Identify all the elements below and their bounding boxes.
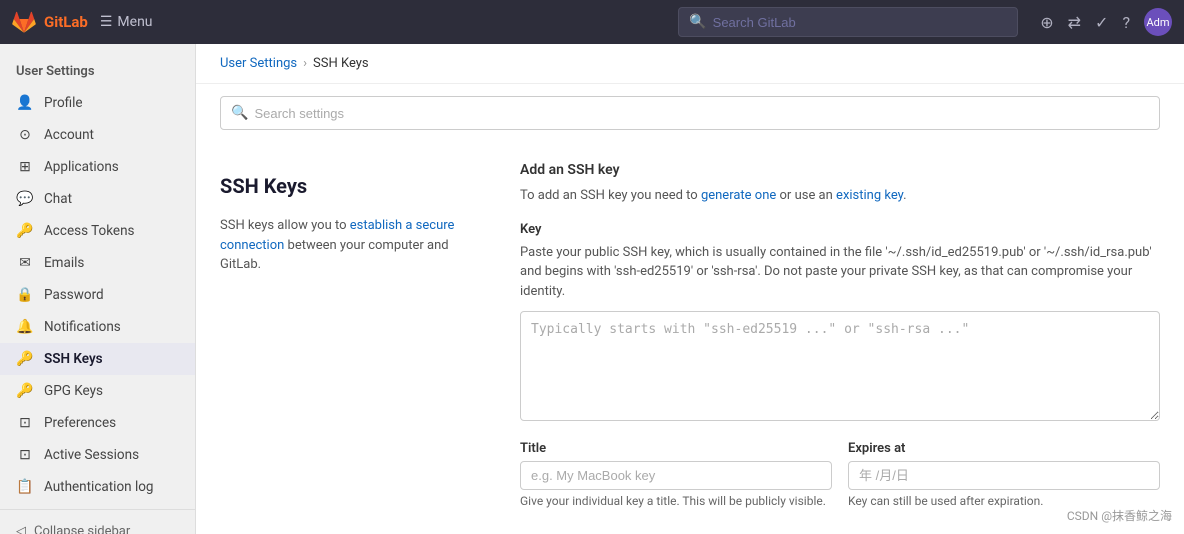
key-description-text: Paste your public SSH key, which is usua… [520, 243, 1160, 302]
sidebar: User Settings 👤 Profile ⊙ Account ⊞ Appl… [0, 44, 196, 534]
expires-field-group: Expires at Key can still be used after e… [848, 441, 1160, 508]
global-search[interactable]: 🔍 [678, 7, 1018, 37]
search-settings-icon: 🔍 [231, 105, 248, 121]
main-content: User Settings › SSH Keys 🔍 SSH Keys SSH … [196, 44, 1184, 534]
ssh-keys-icon: 🔑 [16, 351, 34, 367]
sidebar-header: User Settings [0, 52, 195, 87]
create-icon[interactable]: ⊕ [1040, 13, 1053, 32]
sidebar-item-authentication-log[interactable]: 📋 Authentication log [0, 471, 195, 503]
top-navigation: GitLab ☰ Menu 🔍 ⊕ ⇄ ✓ ? Adm [0, 0, 1184, 44]
auth-log-icon: 📋 [16, 479, 34, 495]
ssh-key-textarea[interactable] [520, 311, 1160, 421]
watermark: CSDN @抹香鲸之海 [1067, 507, 1172, 524]
sidebar-item-active-sessions[interactable]: ⊡ Active Sessions [0, 439, 195, 471]
breadcrumb-current: SSH Keys [313, 56, 369, 71]
breadcrumb: User Settings › SSH Keys [196, 44, 1184, 84]
expires-label: Expires at [848, 441, 1160, 456]
existing-key-link[interactable]: existing key [836, 188, 903, 203]
section-description: SSH keys allow you to establish a secure… [220, 216, 480, 275]
sidebar-item-emails[interactable]: ✉ Emails [0, 247, 195, 279]
section-title: SSH Keys [220, 162, 480, 204]
sidebar-item-password[interactable]: 🔒 Password [0, 279, 195, 311]
sidebar-item-chat[interactable]: 💬 Chat [0, 183, 195, 215]
title-hint: Give your individual key a title. This w… [520, 494, 832, 508]
collapse-sidebar-button[interactable]: ◁ Collapse sidebar [0, 516, 195, 534]
key-field-label: Key [520, 222, 1160, 237]
content-area: SSH Keys SSH keys allow you to establish… [196, 142, 1184, 528]
breadcrumb-separator: › [303, 56, 307, 71]
sidebar-item-preferences[interactable]: ⊡ Preferences [0, 407, 195, 439]
merge-request-icon[interactable]: ⇄ [1068, 13, 1081, 32]
form-row: Title Give your individual key a title. … [520, 441, 1160, 508]
notifications-icon: 🔔 [16, 319, 34, 335]
sidebar-item-access-tokens[interactable]: 🔑 Access Tokens [0, 215, 195, 247]
nav-icons: ⊕ ⇄ ✓ ? Adm [1040, 8, 1172, 36]
settings-search[interactable]: 🔍 [220, 96, 1160, 130]
layout: User Settings 👤 Profile ⊙ Account ⊞ Appl… [0, 44, 1184, 534]
avatar[interactable]: Adm [1144, 8, 1172, 36]
search-input[interactable] [713, 15, 1008, 30]
account-icon: ⊙ [16, 127, 34, 143]
ssh-link[interactable]: establish a secure connection [220, 218, 454, 253]
sidebar-item-profile[interactable]: 👤 Profile [0, 87, 195, 119]
title-label: Title [520, 441, 832, 456]
gitlab-logo[interactable]: GitLab [12, 10, 88, 34]
sidebar-item-account[interactable]: ⊙ Account [0, 119, 195, 151]
access-tokens-icon: 🔑 [16, 223, 34, 239]
password-icon: 🔒 [16, 287, 34, 303]
search-settings-input[interactable] [254, 106, 1149, 121]
gpg-keys-icon: 🔑 [16, 383, 34, 399]
expires-hint: Key can still be used after expiration. [848, 494, 1160, 508]
preferences-icon: ⊡ [16, 415, 34, 431]
add-ssh-form: Add an SSH key To add an SSH key you nee… [520, 162, 1160, 508]
chat-icon: 💬 [16, 191, 34, 207]
add-ssh-title: Add an SSH key [520, 162, 1160, 178]
search-icon: 🔍 [689, 14, 706, 30]
sidebar-item-gpg-keys[interactable]: 🔑 GPG Keys [0, 375, 195, 407]
sidebar-item-notifications[interactable]: 🔔 Notifications [0, 311, 195, 343]
menu-toggle[interactable]: ☰ Menu [100, 14, 153, 30]
profile-icon: 👤 [16, 95, 34, 111]
collapse-icon: ◁ [16, 524, 26, 534]
todo-icon[interactable]: ✓ [1095, 13, 1108, 32]
emails-icon: ✉ [16, 255, 34, 271]
add-ssh-description: To add an SSH key you need to generate o… [520, 186, 1160, 206]
title-field-group: Title Give your individual key a title. … [520, 441, 832, 508]
hamburger-icon: ☰ [100, 14, 113, 30]
active-sessions-icon: ⊡ [16, 447, 34, 463]
sidebar-item-ssh-keys[interactable]: 🔑 SSH Keys [0, 343, 195, 375]
applications-icon: ⊞ [16, 159, 34, 175]
sidebar-item-applications[interactable]: ⊞ Applications [0, 151, 195, 183]
generate-key-link[interactable]: generate one [701, 188, 776, 203]
breadcrumb-parent[interactable]: User Settings [220, 56, 297, 71]
title-input[interactable] [520, 461, 832, 490]
help-icon[interactable]: ? [1122, 13, 1130, 32]
expires-input[interactable] [848, 461, 1160, 490]
ssh-keys-description: SSH Keys SSH keys allow you to establish… [220, 162, 480, 508]
